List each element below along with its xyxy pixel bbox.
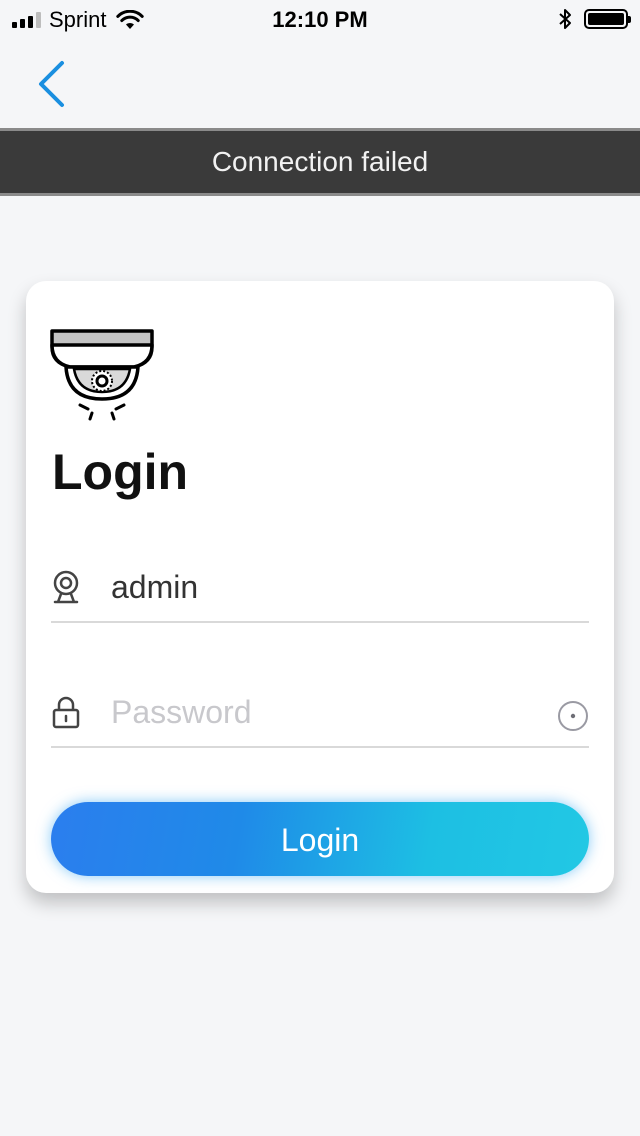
webcam-icon [53, 570, 79, 604]
banner-message: Connection failed [211, 146, 429, 177]
bluetooth-icon [559, 9, 571, 29]
password-input[interactable] [111, 694, 511, 731]
login-card: Login Login [26, 281, 614, 893]
status-time: 12:10 PM [272, 7, 368, 32]
username-field[interactable] [51, 561, 589, 623]
status-bar-right [558, 8, 631, 30]
connection-error-banner: Connection failed [0, 128, 640, 196]
login-button[interactable]: Login [51, 802, 589, 876]
status-bar: Sprint 12:10 PM [0, 0, 640, 40]
chevron-left-icon [39, 61, 64, 107]
lock-icon [52, 696, 80, 729]
show-password-icon[interactable] [557, 700, 589, 732]
password-field[interactable] [51, 686, 589, 748]
login-title: Login [52, 444, 189, 500]
dome-camera-icon [50, 329, 154, 421]
username-input[interactable] [111, 569, 511, 606]
back-button[interactable] [30, 58, 74, 110]
battery-icon [584, 9, 631, 29]
